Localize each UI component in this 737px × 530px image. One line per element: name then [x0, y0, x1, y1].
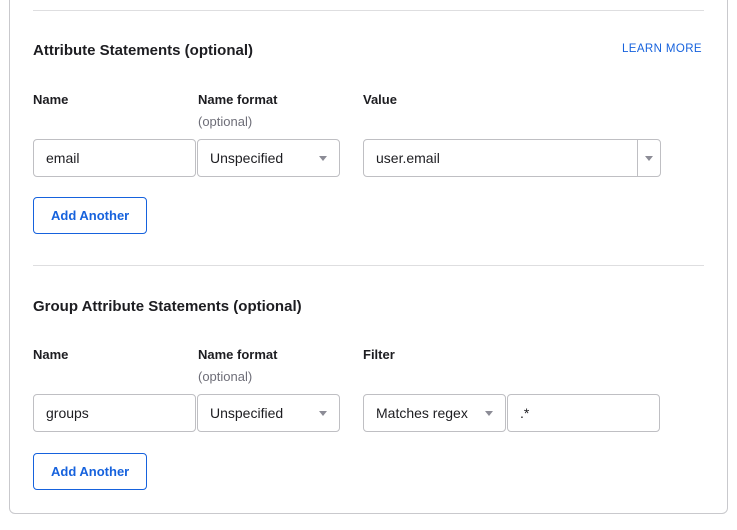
group-attribute-filter-type-selected: Matches regex	[376, 405, 468, 421]
column-header-name-format: Name format	[198, 92, 277, 107]
column-header-name-format: Name format	[198, 347, 277, 362]
column-header-name: Name	[33, 347, 68, 362]
settings-card	[9, 0, 728, 514]
group-attribute-filter-value-input[interactable]	[507, 394, 660, 432]
column-header-name-format-note: (optional)	[198, 114, 252, 129]
attribute-value-dropdown-button[interactable]	[637, 139, 661, 177]
attribute-name-input[interactable]	[33, 139, 196, 177]
attribute-value-input[interactable]	[363, 139, 638, 177]
add-another-attribute-button[interactable]: Add Another	[33, 197, 147, 234]
triangle-down-icon	[485, 411, 493, 416]
group-attribute-filter-type-select[interactable]: Matches regex	[363, 394, 506, 432]
triangle-down-icon	[319, 411, 327, 416]
add-another-group-attribute-button[interactable]: Add Another	[33, 453, 147, 490]
column-header-name: Name	[33, 92, 68, 107]
triangle-down-icon	[645, 156, 653, 161]
column-header-value: Value	[363, 92, 397, 107]
attribute-name-format-select[interactable]: Unspecified	[197, 139, 340, 177]
column-header-filter: Filter	[363, 347, 395, 362]
section-divider	[33, 265, 704, 266]
triangle-down-icon	[319, 156, 327, 161]
top-divider	[33, 10, 704, 11]
attribute-statements-title: Attribute Statements (optional)	[33, 42, 253, 59]
attribute-name-format-selected: Unspecified	[210, 150, 283, 166]
group-attribute-name-format-selected: Unspecified	[210, 405, 283, 421]
column-header-name-format-note: (optional)	[198, 369, 252, 384]
group-attribute-name-input[interactable]	[33, 394, 196, 432]
group-attribute-name-format-select[interactable]: Unspecified	[197, 394, 340, 432]
learn-more-link[interactable]: LEARN MORE	[622, 43, 702, 55]
group-attribute-statements-title: Group Attribute Statements (optional)	[33, 298, 302, 315]
